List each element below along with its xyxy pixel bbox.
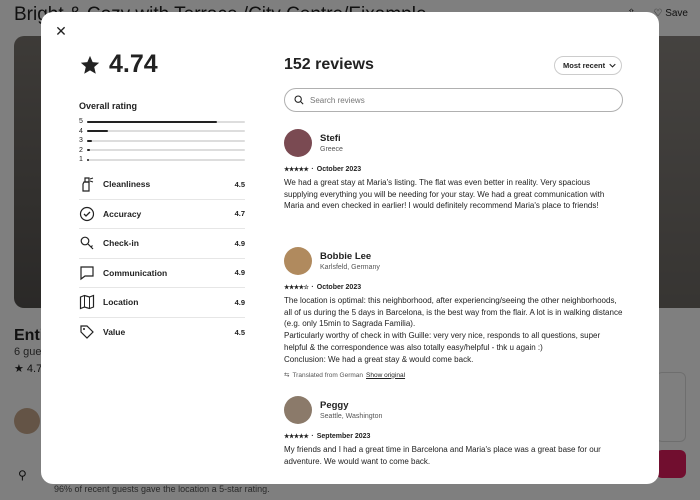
- category-row-cleanliness: Cleanliness 4.5: [79, 170, 245, 200]
- category-score: 4.9: [234, 297, 245, 307]
- distribution-stars-label: 5: [79, 118, 83, 126]
- review-date: October 2023: [316, 284, 362, 291]
- reviewer-location: Seattle, Washington: [320, 413, 383, 420]
- category-ratings: Cleanliness 4.5 Accuracy 4.7 Check-in 4.9 Comm…: [79, 170, 245, 347]
- separator-dot: ·: [311, 166, 314, 173]
- distribution-bar-track: [87, 120, 245, 123]
- review-date: September 2023: [316, 433, 371, 440]
- category-row-value: Value 4.5: [79, 318, 245, 348]
- reviewer-avatar[interactable]: [284, 129, 312, 157]
- chat-bubble-icon: [79, 265, 95, 281]
- reviewer-avatar[interactable]: [284, 247, 312, 275]
- distribution-bar-fill: [87, 130, 108, 133]
- category-row-communication: Communication 4.9: [79, 259, 245, 288]
- distribution-bar-track: [87, 158, 245, 161]
- category-label: Accuracy: [103, 208, 142, 219]
- distribution-bar-track: [87, 130, 245, 133]
- reviewer-name: Stefi: [320, 133, 341, 144]
- review-stars: ★★★★☆: [284, 285, 309, 291]
- distribution-bar-track: [87, 139, 245, 142]
- chevron-down-icon: [609, 63, 616, 68]
- distribution-bar-fill: [87, 149, 91, 152]
- review-text: My friends and I had a great time in Bar…: [284, 445, 601, 466]
- category-row-check-in: Check-in 4.9: [79, 229, 245, 259]
- rating-distribution: 54 32 1: [79, 117, 245, 165]
- review-header: Stefi Greece: [284, 129, 624, 157]
- overall-rating-label: Overall rating: [79, 101, 138, 111]
- distribution-stars-label: 3: [79, 137, 83, 145]
- key-icon: [79, 235, 95, 251]
- category-score: 4.5: [234, 327, 245, 337]
- show-original-link[interactable]: Show original: [366, 372, 405, 379]
- category-label: Location: [103, 297, 139, 308]
- spray-bottle-icon: [79, 176, 95, 192]
- reviewer-location: Greece: [320, 146, 343, 153]
- check-circle-icon: [79, 206, 95, 222]
- review-date: October 2023: [316, 166, 362, 173]
- overall-rating-value: 4.74: [109, 50, 158, 78]
- reviewer-name: Bobbie Lee: [320, 251, 372, 262]
- review-text: The location is optimal: this neighborho…: [284, 296, 623, 364]
- distribution-row: 3: [79, 136, 245, 146]
- review-meta: ★★★★☆ · October 2023: [284, 284, 624, 291]
- review-stars: ★★★★★: [284, 167, 309, 173]
- category-score: 4.9: [234, 268, 245, 278]
- review-text: We had a great stay at Maria's listing. …: [284, 178, 605, 211]
- category-score: 4.9: [234, 238, 245, 248]
- category-score: 4.5: [234, 179, 245, 189]
- distribution-row: 2: [79, 146, 245, 156]
- distribution-bar-fill: [87, 139, 92, 142]
- distribution-stars-label: 2: [79, 146, 83, 154]
- map-icon: [79, 294, 95, 310]
- distribution-stars-label: 1: [79, 156, 83, 164]
- reviewer-name: Peggy: [320, 400, 349, 411]
- category-label: Communication: [103, 267, 168, 278]
- star-icon: [80, 55, 100, 74]
- close-icon[interactable]: ✕: [53, 23, 69, 39]
- distribution-bar-track: [87, 149, 245, 152]
- review-header: Peggy Seattle, Washington: [284, 396, 624, 424]
- search-input[interactable]: [310, 95, 600, 105]
- sort-dropdown[interactable]: Most recent: [554, 56, 622, 75]
- review-item: Peggy Seattle, Washington ★★★★★ · Septem…: [284, 396, 624, 467]
- review-meta: ★★★★★ · October 2023: [284, 166, 624, 173]
- category-label: Value: [103, 327, 126, 338]
- reviewer-location: Karlsfeld, Germany: [320, 264, 380, 271]
- sort-label: Most recent: [563, 61, 606, 70]
- separator-dot: ·: [311, 433, 314, 440]
- distribution-stars-label: 4: [79, 127, 83, 135]
- category-label: Check-in: [103, 238, 139, 249]
- distribution-bar-fill: [87, 120, 217, 123]
- reviews-count: 152 reviews: [284, 56, 374, 73]
- distribution-bar-fill: [87, 158, 89, 161]
- reviews-modal: ✕ 4.74 Overall rating 54 32 1 Cleanliness 4…: [41, 12, 659, 484]
- reviewer-avatar[interactable]: [284, 396, 312, 424]
- review-item: Stefi Greece ★★★★★ · October 2023 We had…: [284, 129, 624, 212]
- category-score: 4.7: [234, 209, 245, 219]
- category-row-accuracy: Accuracy 4.7: [79, 200, 245, 229]
- search-reviews-box[interactable]: [284, 88, 623, 112]
- distribution-row: 5: [79, 117, 245, 127]
- distribution-row: 4: [79, 127, 245, 137]
- review-header: Bobbie Lee Karlsfeld, Germany: [284, 247, 624, 275]
- category-label: Cleanliness: [103, 179, 151, 190]
- search-icon: [294, 95, 304, 105]
- review-stars: ★★★★★: [284, 434, 309, 440]
- review-meta: ★★★★★ · September 2023: [284, 433, 624, 440]
- translation-note: ⇆ Translated from German Show original: [284, 371, 624, 380]
- distribution-row: 1: [79, 155, 245, 165]
- separator-dot: ·: [311, 284, 314, 291]
- overall-rating-header: 4.74: [79, 50, 158, 79]
- review-item: Bobbie Lee Karlsfeld, Germany ★★★★☆ · Oc…: [284, 247, 624, 379]
- translated-label: Translated from German: [292, 371, 364, 379]
- translate-icon: ⇆: [284, 372, 290, 380]
- tag-icon: [79, 324, 95, 340]
- category-row-location: Location 4.9: [79, 288, 245, 318]
